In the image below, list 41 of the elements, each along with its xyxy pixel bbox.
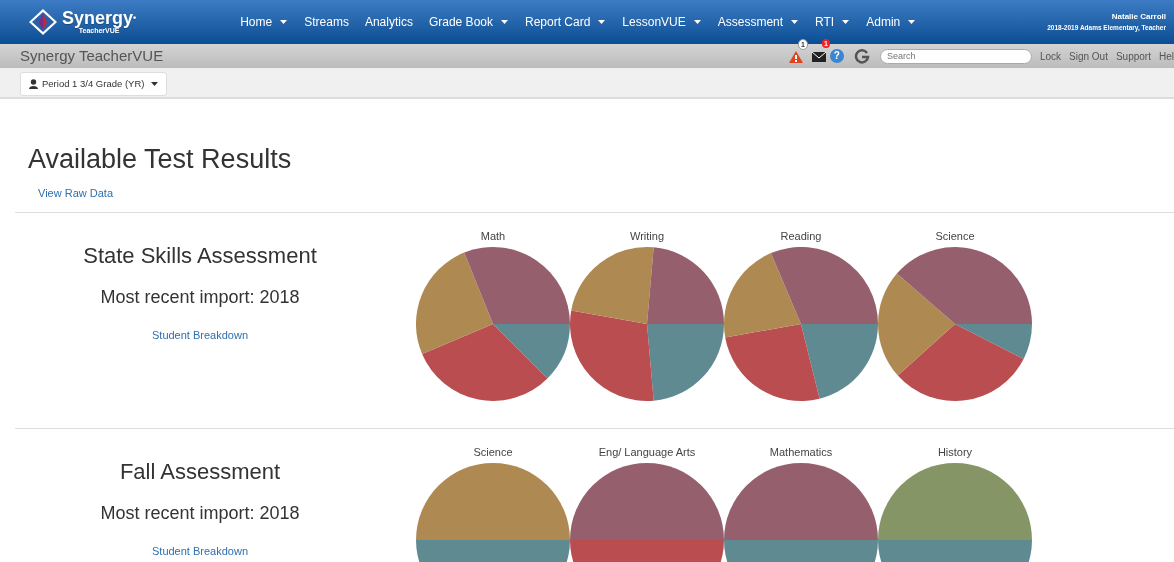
assessment-title: Fall Assessment — [119, 458, 281, 487]
raw-data-link[interactable]: View Raw Data — [38, 185, 113, 202]
nav-menu-item[interactable]: Report Card — [517, 13, 615, 31]
envelope-icon — [811, 51, 826, 62]
student-breakdown-link[interactable]: Student Breakdown — [152, 543, 248, 560]
chart-title: Science — [935, 229, 975, 245]
page-title: Available Test Results — [28, 143, 293, 176]
chart-title: History — [937, 445, 973, 461]
chart-title: Math — [480, 229, 506, 245]
app-title: Synergy TeacherVUE — [20, 45, 164, 66]
help-button[interactable]: ? — [829, 49, 844, 63]
import-date-text: Most recent import: 2018 — [100, 286, 300, 310]
brand-name: Synergy• — [62, 9, 137, 27]
chart-title: Science — [473, 445, 513, 461]
nav-menu-item[interactable]: RTI — [807, 13, 859, 31]
warning-icon — [787, 49, 804, 64]
search-field[interactable]: Search — [879, 48, 1032, 64]
chart-title: Writing — [630, 229, 664, 245]
import-date-text: Most recent import: 2018 — [100, 502, 300, 526]
nav-menu-item[interactable]: Home — [232, 13, 297, 31]
nav-menu-item[interactable]: LessonVUE — [614, 13, 710, 31]
student-breakdown-link[interactable]: Student Breakdown — [152, 327, 248, 344]
g-logo-icon — [853, 48, 870, 64]
header-link[interactable]: Hel — [1159, 48, 1174, 64]
header-link[interactable]: Support — [1115, 48, 1151, 64]
header-link[interactable]: Lock — [1039, 48, 1062, 64]
class-selector-button[interactable]: Period 1 3/4 Grade (YR) — [20, 72, 168, 96]
nav-menu-item[interactable]: Assessment — [709, 13, 808, 31]
assessment-title: State Skills Assessment — [83, 242, 317, 271]
nav-menu-item[interactable]: Streams — [296, 13, 357, 31]
chart-title: Reading — [780, 229, 822, 245]
chart-title: Mathematics — [769, 445, 833, 461]
user-name: Natalie Carroll — [1111, 11, 1166, 24]
chart-title: Eng/ Language Arts — [598, 445, 696, 461]
caret-icon — [151, 82, 159, 86]
header-link[interactable]: Sign Out — [1069, 48, 1108, 64]
nav-menu-item[interactable]: Grade Book — [420, 13, 517, 31]
nav-menu-item[interactable]: Admin — [858, 13, 925, 31]
person-icon — [29, 79, 38, 89]
nav-menu-item[interactable]: Analytics — [356, 13, 421, 31]
diamond-logo-icon — [28, 8, 58, 36]
